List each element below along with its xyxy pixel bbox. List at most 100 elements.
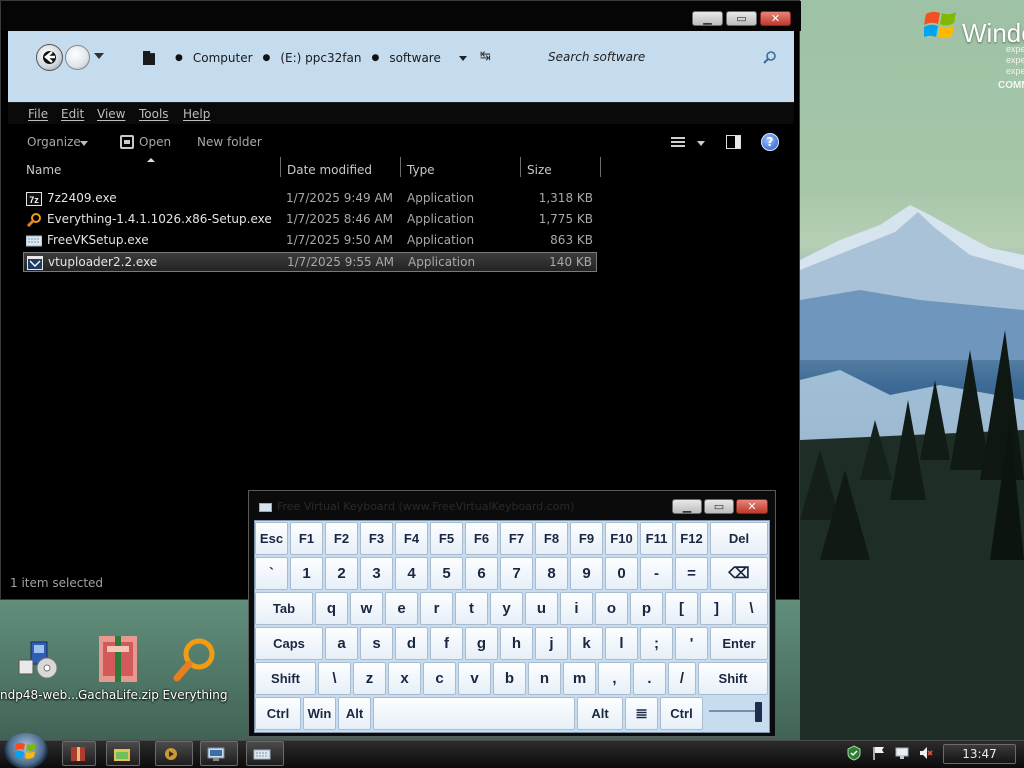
column-divider[interactable] — [600, 157, 601, 177]
explorer-titlebar[interactable]: ▁ ▭ ✕ — [1, 1, 801, 31]
key-enter[interactable]: Enter — [710, 627, 768, 660]
key-shift[interactable]: Shift — [698, 662, 768, 695]
organize-button[interactable]: Organize — [27, 135, 81, 149]
key-e[interactable]: e — [385, 592, 418, 625]
key-x27[interactable]: ' — [675, 627, 708, 660]
maximize-button[interactable]: ▭ — [726, 11, 757, 26]
key-x5d[interactable]: ] — [700, 592, 733, 625]
key-x232b[interactable]: ⌫ — [710, 557, 768, 590]
search-icon[interactable] — [763, 50, 777, 64]
key-f1[interactable]: F1 — [290, 522, 323, 555]
key-ctrl[interactable]: Ctrl — [660, 697, 703, 730]
key-x2d[interactable]: - — [640, 557, 673, 590]
file-row[interactable]: Everything-1.4.1.1026.x86-Setup.exe 1/7/… — [23, 210, 597, 230]
key-f8[interactable]: F8 — [535, 522, 568, 555]
volume-muted-icon[interactable] — [919, 745, 933, 761]
opacity-slider-track[interactable] — [709, 710, 759, 712]
preview-pane-icon[interactable] — [726, 135, 741, 149]
column-divider[interactable] — [400, 157, 401, 177]
column-divider[interactable] — [520, 157, 521, 177]
menu-file[interactable]: File — [28, 107, 48, 121]
forward-button[interactable] — [65, 45, 90, 70]
key-x5c[interactable]: \ — [318, 662, 351, 695]
key-f4[interactable]: F4 — [395, 522, 428, 555]
address-dropdown[interactable] — [459, 56, 467, 61]
key-z[interactable]: z — [353, 662, 386, 695]
breadcrumb-separator[interactable]: ● — [175, 53, 183, 63]
key-l[interactable]: l — [605, 627, 638, 660]
menu-tools[interactable]: Tools — [139, 107, 169, 121]
security-icon[interactable] — [847, 745, 861, 761]
key-g[interactable]: g — [465, 627, 498, 660]
key-shift[interactable]: Shift — [255, 662, 316, 695]
views-icon[interactable] — [671, 137, 685, 147]
keyboard-close-button[interactable]: ✕ — [736, 499, 768, 514]
menu-edit[interactable]: Edit — [61, 107, 84, 121]
key-x3b[interactable]: ; — [640, 627, 673, 660]
key-tab[interactable]: Tab — [255, 592, 313, 625]
taskbar-clock[interactable]: 13:47 — [943, 744, 1016, 764]
desktop-icon-everything[interactable]: Everything — [155, 636, 235, 706]
breadcrumb-separator[interactable]: ● — [371, 53, 379, 63]
network-icon[interactable] — [895, 745, 909, 761]
key-c[interactable]: c — [423, 662, 456, 695]
key-y[interactable]: y — [490, 592, 523, 625]
menu-view[interactable]: View — [97, 107, 125, 121]
start-button[interactable] — [4, 733, 48, 768]
taskbar-button-remote[interactable] — [200, 741, 238, 766]
key-x60[interactable]: ` — [255, 557, 288, 590]
key-u[interactable]: u — [525, 592, 558, 625]
key-5[interactable]: 5 — [430, 557, 463, 590]
column-header-date[interactable]: Date modified — [287, 163, 372, 177]
views-dropdown[interactable] — [697, 141, 705, 146]
file-row[interactable]: FreeVKSetup.exe 1/7/2025 9:50 AM Applica… — [23, 231, 597, 251]
key-x2e[interactable]: . — [633, 662, 666, 695]
key-f9[interactable]: F9 — [570, 522, 603, 555]
key-ctrl[interactable]: Ctrl — [255, 697, 301, 730]
key-0[interactable]: 0 — [605, 557, 638, 590]
key-o[interactable]: o — [595, 592, 628, 625]
column-header-size[interactable]: Size — [527, 163, 552, 177]
key-f7[interactable]: F7 — [500, 522, 533, 555]
key-x[interactable]: x — [388, 662, 421, 695]
key-f6[interactable]: F6 — [465, 522, 498, 555]
key-p[interactable]: p — [630, 592, 663, 625]
taskbar-button-media[interactable] — [155, 741, 193, 766]
key-x5c[interactable]: \ — [735, 592, 768, 625]
breadcrumb-item-drive[interactable]: (E:) ppc32fan — [280, 51, 361, 65]
key-b[interactable]: b — [493, 662, 526, 695]
keyboard-minimize-button[interactable]: ▁ — [672, 499, 702, 514]
key-caps[interactable]: Caps — [255, 627, 323, 660]
help-icon[interactable]: ? — [761, 133, 779, 151]
open-icon[interactable] — [120, 135, 134, 149]
desktop-icon-gachalife[interactable]: GachaLife.zip — [78, 636, 159, 706]
key-esc[interactable]: Esc — [255, 522, 288, 555]
new-folder-button[interactable]: New folder — [197, 135, 262, 149]
desktop-icon-ndp48[interactable]: ndp48-web.... — [0, 636, 83, 706]
key-x5b[interactable]: [ — [665, 592, 698, 625]
column-divider[interactable] — [280, 157, 281, 177]
taskbar-button-winrar[interactable] — [62, 741, 96, 766]
key-q[interactable]: q — [315, 592, 348, 625]
key-7[interactable]: 7 — [500, 557, 533, 590]
key-a[interactable]: a — [325, 627, 358, 660]
key-j[interactable]: j — [535, 627, 568, 660]
file-row[interactable]: 7z 7z2409.exe 1/7/2025 9:49 AM Applicati… — [23, 189, 597, 209]
key-x2c[interactable]: , — [598, 662, 631, 695]
keyboard-maximize-button[interactable]: ▭ — [704, 499, 734, 514]
menu-help[interactable]: Help — [183, 107, 210, 121]
breadcrumb-item-software[interactable]: software — [389, 51, 441, 65]
breadcrumb-separator[interactable]: ● — [263, 53, 271, 63]
key-9[interactable]: 9 — [570, 557, 603, 590]
flag-icon[interactable] — [872, 745, 886, 761]
file-row-selected[interactable]: vtuploader2.2.exe 1/7/2025 9:55 AM Appli… — [23, 252, 597, 272]
chevron-down-icon[interactable] — [80, 141, 88, 146]
key-m[interactable]: m — [563, 662, 596, 695]
key-x2f[interactable]: / — [668, 662, 696, 695]
key-t[interactable]: t — [455, 592, 488, 625]
key-f11[interactable]: F11 — [640, 522, 673, 555]
open-button[interactable]: Open — [139, 135, 171, 149]
key-f10[interactable]: F10 — [605, 522, 638, 555]
key-8[interactable]: 8 — [535, 557, 568, 590]
column-header-type[interactable]: Type — [407, 163, 435, 177]
